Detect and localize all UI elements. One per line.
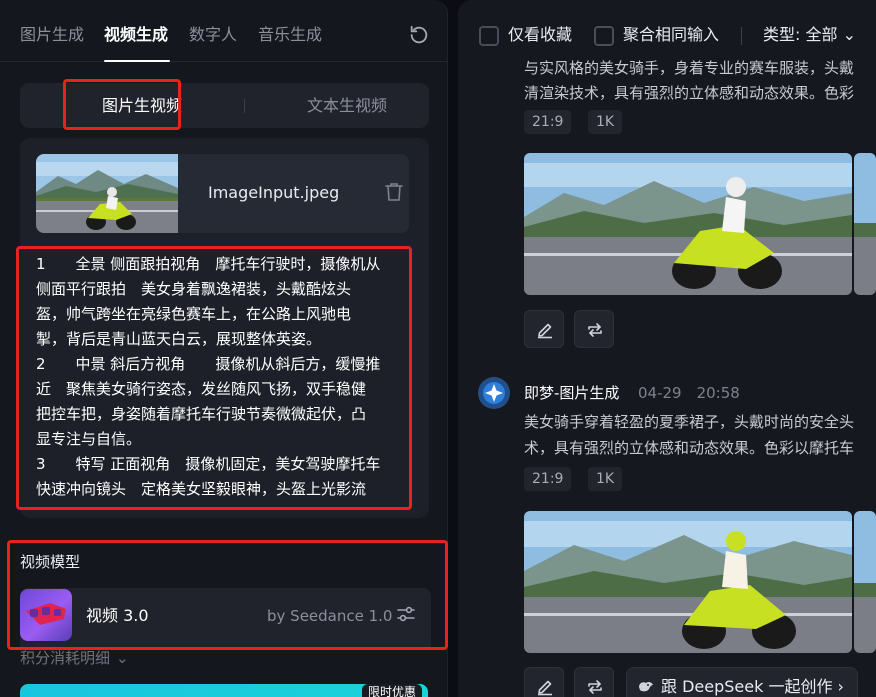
author-avatar bbox=[478, 377, 510, 409]
tab-video-generation[interactable]: 视频生成 bbox=[104, 24, 168, 46]
feed-item-description: 术，具有强烈的立体感和动态效果。色彩以摩托车 bbox=[524, 439, 855, 457]
generation-time: 04-29 20:58 bbox=[638, 384, 740, 402]
aspect-ratio-tag: 21:9 bbox=[524, 467, 572, 491]
regenerate-button[interactable] bbox=[574, 667, 614, 697]
generation-panel: 图片生成 视频生成 数字人 音乐生成 图片生视频 文本生视频 ImageInpu… bbox=[0, 0, 448, 697]
generated-image[interactable] bbox=[524, 511, 852, 653]
promo-badge: 限时优惠 bbox=[362, 684, 423, 697]
feed-item-description: 清渲染技术，具有强烈的立体感和动态效果。色彩 bbox=[524, 84, 855, 102]
author-name: 即梦-图片生成 bbox=[524, 384, 620, 402]
generated-image[interactable] bbox=[854, 511, 876, 653]
tab-image-generation[interactable]: 图片生成 bbox=[20, 24, 84, 46]
model-provider: by Seedance 1.0 bbox=[267, 607, 393, 625]
prompt-text[interactable]: 1 全景 侧面跟拍视角 摩托车行驶时，摄像机从 侧面平行跟拍 美女身着飘逸裙装，… bbox=[36, 252, 412, 502]
prompt-line: 显专注与自信。 bbox=[36, 430, 142, 448]
prompt-line: 把控车把，身姿随着摩托车行驶节奏微微起伏，凸 bbox=[36, 405, 367, 423]
chevron-down-icon: ⌄ bbox=[116, 649, 129, 667]
merge-same-input-label[interactable]: 聚合相同输入 bbox=[623, 24, 719, 46]
mode-switch: 图片生视频 文本生视频 bbox=[20, 83, 429, 128]
prompt-line: 1 全景 侧面跟拍视角 摩托车行驶时，摄像机从 bbox=[36, 255, 381, 273]
edit-button[interactable] bbox=[524, 667, 564, 697]
pencil-icon bbox=[538, 323, 552, 339]
pencil-icon bbox=[538, 680, 552, 696]
favorites-only-label[interactable]: 仅看收藏 bbox=[508, 24, 572, 46]
mode-image-to-video[interactable]: 图片生视频 bbox=[102, 95, 182, 117]
prompt-line: 3 特写 正面视角 摄像机固定，美女驾驶摩托车 bbox=[36, 455, 381, 473]
mode-divider bbox=[244, 99, 245, 113]
tab-digital-human[interactable]: 数字人 bbox=[189, 24, 237, 46]
feed-item-description: 与实风格的美女骑手，身着专业的赛车服装，头戴 bbox=[524, 59, 855, 77]
settings-sliders-icon[interactable] bbox=[396, 604, 416, 624]
video-model-section: 视频模型 视频 3.0 by Seedance 1.0 bbox=[0, 540, 447, 650]
create-with-deepseek-button[interactable]: 跟 DeepSeek 一起创作 › bbox=[626, 667, 858, 697]
type-filter-dropdown[interactable]: 类型: 全部 ⌄ bbox=[763, 24, 856, 46]
prompt-card: ImageInput.jpeg 1 全景 侧面跟拍视角 摩托车行驶时，摄像机从 … bbox=[20, 138, 429, 518]
trash-icon[interactable] bbox=[385, 182, 403, 202]
deepseek-button-label: 跟 DeepSeek 一起创作 › bbox=[661, 677, 844, 696]
top-nav: 图片生成 视频生成 数字人 音乐生成 bbox=[0, 0, 447, 62]
aspect-ratio-tag: 21:9 bbox=[524, 110, 572, 134]
prompt-line: 掣，背后是青山蓝天白云，展现整体英姿。 bbox=[36, 330, 322, 348]
filter-divider bbox=[741, 27, 742, 45]
chevron-down-icon: ⌄ bbox=[842, 25, 856, 44]
favorites-only-checkbox[interactable] bbox=[479, 26, 499, 46]
prompt-line: 侧面平行跟拍 美女身着飘逸裙装，头戴酷炫头 bbox=[36, 280, 352, 298]
repeat-icon bbox=[588, 680, 602, 694]
prompt-line: 盔，帅气跨坐在亮绿色赛车上，在公路上风驰电 bbox=[36, 305, 352, 323]
generated-image[interactable] bbox=[524, 153, 852, 295]
credits-detail-toggle[interactable]: 积分消耗明细 ⌄ bbox=[20, 648, 129, 668]
model-logo-icon bbox=[20, 589, 72, 641]
prompt-line: 快速冲向镜头 定格美女坚毅眼神，头盔上光影流 bbox=[36, 480, 367, 498]
results-feed-panel: 仅看收藏 聚合相同输入 类型: 全部 ⌄ 与实风格的美女骑手，身着专业的赛车服装… bbox=[458, 0, 876, 697]
filter-bar: 仅看收藏 聚合相同输入 类型: 全部 ⌄ bbox=[458, 0, 876, 60]
credits-detail-label: 积分消耗明细 bbox=[20, 649, 111, 667]
merge-same-input-checkbox[interactable] bbox=[594, 26, 614, 46]
prompt-line: 近 聚焦美女骑行姿态，发丝随风飞扬，双手稳健 bbox=[36, 380, 367, 398]
video-model-title: 视频模型 bbox=[20, 553, 81, 571]
uploaded-image-filename: ImageInput.jpeg bbox=[208, 183, 340, 202]
deepseek-icon bbox=[639, 681, 653, 692]
active-tab-indicator bbox=[104, 60, 170, 62]
feed-item-description: 美女骑手穿着轻盈的夏季裙子，头戴时尚的安全头 bbox=[524, 413, 855, 431]
app-root: 图片生成 视频生成 数字人 音乐生成 图片生视频 文本生视频 ImageInpu… bbox=[0, 0, 876, 697]
uploaded-image-item: ImageInput.jpeg bbox=[36, 154, 409, 233]
mode-text-to-video[interactable]: 文本生视频 bbox=[307, 95, 387, 117]
refresh-icon[interactable] bbox=[408, 24, 430, 46]
repeat-icon bbox=[588, 323, 602, 337]
edit-button[interactable] bbox=[524, 310, 564, 348]
resolution-tag: 1K bbox=[588, 110, 623, 134]
tab-music-generation[interactable]: 音乐生成 bbox=[258, 24, 322, 46]
resolution-tag: 1K bbox=[588, 467, 623, 491]
prompt-line: 2 中景 斜后方视角 摄像机从斜后方，缓慢推 bbox=[36, 355, 381, 373]
video-model-selector[interactable]: 视频 3.0 by Seedance 1.0 bbox=[20, 588, 431, 648]
regenerate-button[interactable] bbox=[574, 310, 614, 348]
uploaded-image-thumbnail[interactable] bbox=[36, 154, 178, 233]
model-name: 视频 3.0 bbox=[86, 606, 149, 625]
generated-image[interactable] bbox=[854, 153, 876, 295]
type-filter-label: 类型: 全部 bbox=[763, 25, 838, 44]
